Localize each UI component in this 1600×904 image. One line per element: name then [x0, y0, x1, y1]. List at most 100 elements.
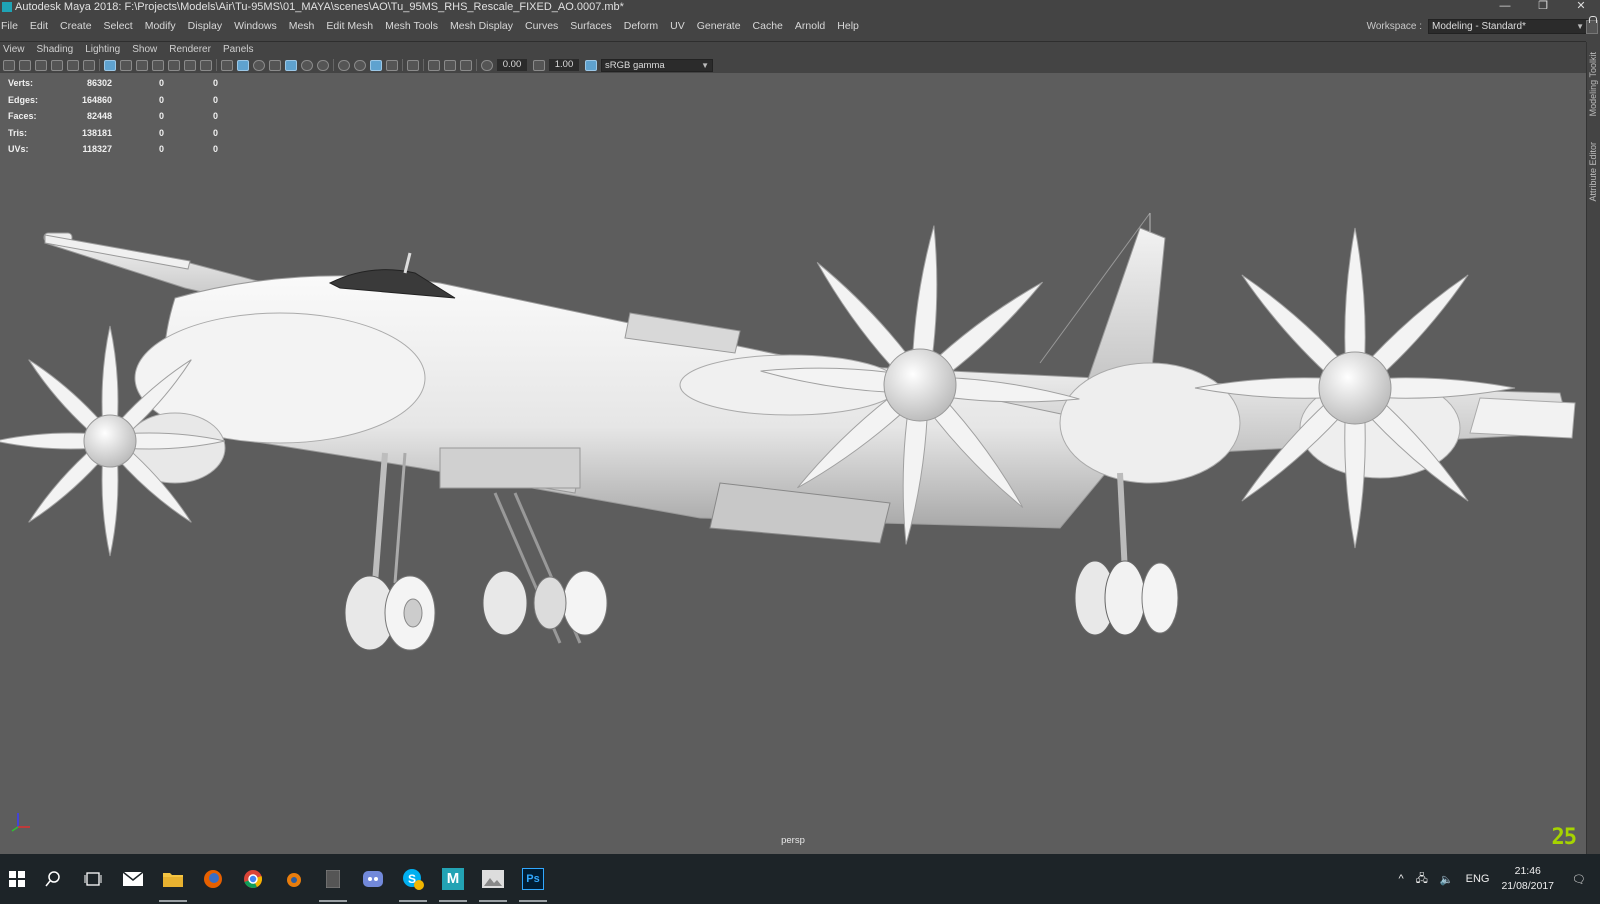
menu-generate[interactable]: Generate	[691, 20, 747, 32]
xray-icon[interactable]	[428, 59, 440, 71]
start-button[interactable]	[0, 862, 34, 896]
menu-create[interactable]: Create	[54, 20, 98, 32]
taskbar-file-explorer[interactable]	[156, 862, 190, 902]
task-view-button[interactable]	[76, 862, 110, 896]
aircraft-model[interactable]	[0, 73, 1586, 854]
menu-mesh[interactable]: Mesh	[283, 20, 321, 32]
menu-surfaces[interactable]: Surfaces	[564, 20, 617, 32]
panel-menu-lighting[interactable]: Lighting	[79, 44, 126, 55]
xray-active-icon[interactable]	[444, 59, 456, 71]
taskbar-skype[interactable]: S	[396, 862, 430, 902]
menu-mesh-display[interactable]: Mesh Display	[444, 20, 519, 32]
anti-aliasing-icon[interactable]	[370, 59, 382, 71]
smooth-shade-icon[interactable]	[237, 59, 249, 71]
shadows-icon[interactable]	[317, 59, 329, 71]
menu-arnold[interactable]: Arnold	[789, 20, 831, 32]
app-icon	[326, 870, 340, 888]
isolate-select-icon[interactable]	[407, 59, 419, 71]
menu-deform[interactable]: Deform	[618, 20, 664, 32]
taskbar-maya[interactable]: M	[436, 862, 470, 902]
panel-menu-view[interactable]: View	[0, 44, 31, 55]
screen-space-ao-icon[interactable]	[338, 59, 350, 71]
close-button[interactable]: ✕	[1562, 0, 1600, 14]
2d-pan-zoom-icon[interactable]	[67, 59, 79, 71]
minimize-button[interactable]: —	[1486, 0, 1524, 14]
menu-display[interactable]: Display	[182, 20, 228, 32]
gate-mask-icon[interactable]	[152, 59, 164, 71]
taskbar-viewer[interactable]	[476, 862, 510, 902]
taskbar-blender[interactable]	[276, 862, 310, 896]
tab-modeling-toolkit[interactable]: Modeling Toolkit	[1588, 52, 1598, 116]
clock-date: 21/08/2017	[1501, 880, 1555, 892]
chevron-up-icon[interactable]: ^	[1398, 873, 1403, 885]
safe-action-icon[interactable]	[184, 59, 196, 71]
menu-cache[interactable]: Cache	[747, 20, 789, 32]
network-icon[interactable]: 🖧	[1416, 870, 1428, 889]
wireframe-icon[interactable]	[221, 59, 233, 71]
search-button[interactable]	[36, 862, 70, 896]
hud-label: Verts:	[8, 78, 34, 89]
depth-of-field-icon[interactable]	[386, 59, 398, 71]
wireframe-on-shaded-icon[interactable]	[285, 59, 297, 71]
hud-row-edges: Edges: 164860 0 0	[8, 92, 218, 109]
menu-uv[interactable]: UV	[664, 20, 691, 32]
taskbar-photoshop[interactable]: Ps	[516, 862, 550, 902]
gamma-icon[interactable]	[533, 59, 545, 71]
safe-title-icon[interactable]	[200, 59, 212, 71]
camera-attributes-icon[interactable]	[19, 59, 31, 71]
use-all-lights-icon[interactable]	[301, 59, 313, 71]
image-viewer-icon	[482, 870, 504, 888]
panel-menu-show[interactable]: Show	[126, 44, 163, 55]
lock-icon[interactable]	[1586, 16, 1598, 34]
grid-icon[interactable]	[104, 59, 116, 71]
textured-icon[interactable]	[269, 59, 281, 71]
gamma-field[interactable]: 1.00	[549, 59, 579, 71]
resolution-gate-icon[interactable]	[136, 59, 148, 71]
menu-windows[interactable]: Windows	[228, 20, 283, 32]
film-gate-icon[interactable]	[120, 59, 132, 71]
default-lighting-icon[interactable]	[253, 59, 265, 71]
panel-menu-renderer[interactable]: Renderer	[163, 44, 217, 55]
restore-button[interactable]: ❐	[1524, 0, 1562, 14]
panel-menu-panels[interactable]: Panels	[217, 44, 260, 55]
exposure-field[interactable]: 0.00	[497, 59, 527, 71]
motion-blur-icon[interactable]	[354, 59, 366, 71]
workspace-dropdown[interactable]: Modeling - Standard* ▼	[1428, 19, 1588, 34]
language-indicator[interactable]: ENG	[1466, 873, 1490, 885]
notification-icon[interactable]: 🗨	[1572, 873, 1586, 886]
perspective-viewport[interactable]: Verts: 86302 0 0 Edges: 164860 0 0 Faces…	[0, 73, 1586, 854]
menu-file[interactable]: File	[0, 20, 24, 32]
taskbar-discord[interactable]	[356, 862, 390, 896]
grease-pencil-icon[interactable]	[83, 59, 95, 71]
taskbar-mail[interactable]	[116, 862, 150, 896]
panel-menu-shading[interactable]: Shading	[31, 44, 80, 55]
image-plane-icon[interactable]	[51, 59, 63, 71]
taskbar-firefox[interactable]	[196, 862, 230, 896]
bookmarks-icon[interactable]	[35, 59, 47, 71]
select-camera-icon[interactable]	[3, 59, 15, 71]
taskbar-app[interactable]	[316, 862, 350, 902]
hud-component: 0	[212, 127, 218, 138]
field-chart-icon[interactable]	[168, 59, 180, 71]
hud-value: 118327	[82, 144, 112, 155]
menu-edit-mesh[interactable]: Edit Mesh	[320, 20, 379, 32]
color-management-icon[interactable]	[585, 59, 597, 71]
menu-modify[interactable]: Modify	[139, 20, 182, 32]
clock[interactable]: 21:46 21/08/2017	[1501, 864, 1554, 894]
exposure-icon[interactable]	[481, 59, 493, 71]
workspace-label: Workspace :	[1366, 21, 1422, 32]
volume-icon[interactable]: 🔈	[1440, 873, 1454, 886]
taskbar-chrome[interactable]	[236, 862, 270, 896]
menu-edit[interactable]: Edit	[24, 20, 54, 32]
menu-mesh-tools[interactable]: Mesh Tools	[379, 20, 444, 32]
tab-attribute-editor[interactable]: Attribute Editor	[1588, 142, 1598, 202]
menu-help[interactable]: Help	[831, 20, 865, 32]
mail-icon	[123, 872, 143, 886]
hud-label: Faces:	[8, 111, 37, 122]
firefox-icon	[204, 870, 222, 888]
view-transform-dropdown[interactable]: sRGB gamma ▼	[601, 58, 713, 72]
maya-app-icon	[2, 2, 12, 12]
xray-joints-icon[interactable]	[460, 59, 472, 71]
menu-select[interactable]: Select	[98, 20, 139, 32]
menu-curves[interactable]: Curves	[519, 20, 564, 32]
